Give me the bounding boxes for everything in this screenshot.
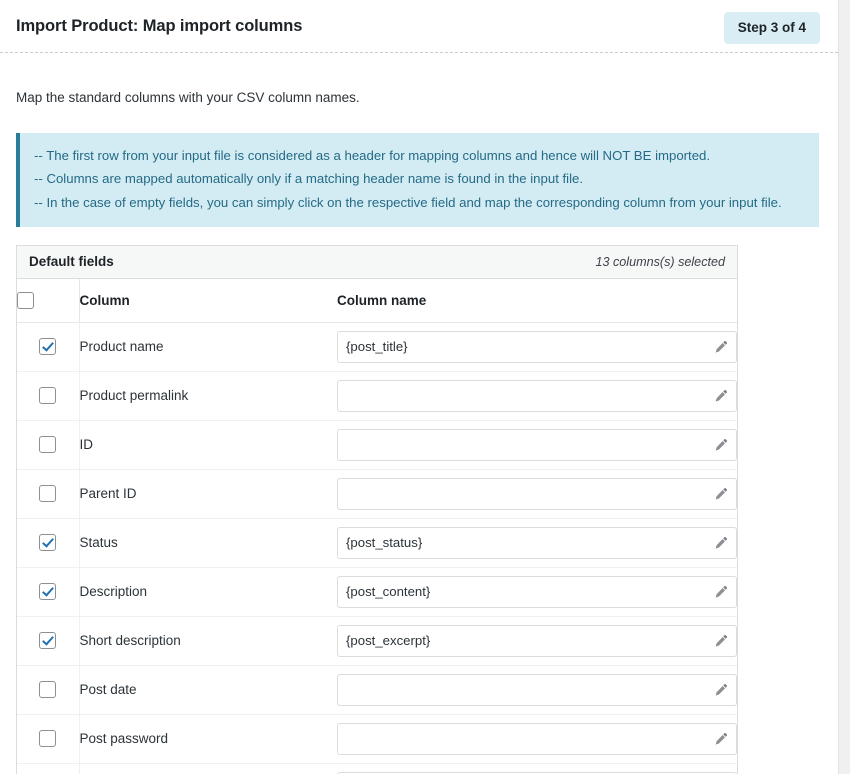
- table-body: Product name {post_title} Product permalin…: [17, 322, 737, 774]
- row-column-label: Post password: [79, 714, 337, 764]
- row-column-label: Parent ID: [79, 469, 337, 519]
- table-row: Parent ID: [17, 469, 737, 519]
- pencil-icon[interactable]: [713, 437, 728, 452]
- notice-line: -- The first row from your input file is…: [34, 147, 711, 163]
- row-column-name-cell: [337, 763, 737, 774]
- row-checkbox-cell: [17, 567, 80, 617]
- row-checkbox-cell: [17, 322, 80, 372]
- card-header: Default fields 13 columns(s) selected: [17, 245, 737, 279]
- row-checkbox[interactable]: [39, 338, 57, 356]
- pencil-icon[interactable]: [713, 486, 728, 501]
- info-notice: -- The first row from your input file is…: [16, 132, 819, 227]
- column-name-input[interactable]: {post_content}: [337, 575, 737, 608]
- column-name-value: {post_content}: [346, 584, 431, 600]
- table-row: Product permalink: [17, 371, 737, 421]
- column-mapping-table: Column Column name Product name {post_tit…: [17, 278, 737, 774]
- row-checkbox-cell: [17, 616, 80, 666]
- row-column-label: Description: [79, 567, 337, 617]
- row-column-name-cell: [337, 714, 737, 764]
- row-checkbox[interactable]: [39, 632, 57, 650]
- row-checkbox[interactable]: [39, 436, 57, 454]
- row-checkbox[interactable]: [39, 485, 57, 503]
- column-header: Column: [79, 278, 337, 323]
- pencil-icon[interactable]: [713, 731, 728, 746]
- table-row: Product name {post_title}: [17, 322, 737, 372]
- column-name-input[interactable]: {post_title}: [337, 330, 737, 363]
- step-badge: Step 3 of 4: [723, 12, 820, 44]
- row-column-name-cell: {post_excerpt}: [337, 616, 737, 666]
- row-checkbox[interactable]: [39, 730, 57, 748]
- default-fields-card: Default fields 13 columns(s) selected Co…: [16, 244, 738, 774]
- row-column-name-cell: [337, 420, 737, 470]
- table-row: Status {post_status}: [17, 518, 737, 568]
- column-name-value: {post_status}: [346, 535, 423, 551]
- row-column-name-cell: [337, 665, 737, 715]
- column-name-input[interactable]: [337, 428, 737, 461]
- row-checkbox-cell: [17, 518, 80, 568]
- row-column-name-cell: [337, 469, 737, 519]
- row-checkbox[interactable]: [39, 681, 57, 699]
- row-column-label: Post date: [79, 665, 337, 715]
- column-name-input[interactable]: {post_status}: [337, 526, 737, 559]
- row-checkbox-cell: [17, 420, 80, 470]
- row-checkbox-cell: [17, 665, 80, 715]
- card-title: Default fields: [29, 254, 114, 270]
- table-row: ID: [17, 420, 737, 470]
- select-all-checkbox[interactable]: [17, 291, 34, 309]
- column-name-value: {post_title}: [346, 339, 408, 355]
- row-column-label: Product author: [79, 763, 337, 774]
- column-name-input[interactable]: [337, 673, 737, 706]
- selected-columns-summary: 13 columns(s) selected: [595, 254, 726, 269]
- page-header: Import Product: Map import columns Step …: [0, 0, 838, 53]
- table-header-row: Column Column name: [17, 278, 737, 323]
- notice-line: -- In the case of empty fields, you can …: [34, 194, 782, 210]
- notice-line: -- Columns are mapped automatically only…: [34, 171, 584, 187]
- page-title: Import Product: Map import columns: [16, 16, 303, 35]
- column-name-value: {post_excerpt}: [346, 633, 431, 649]
- row-column-name-cell: {post_status}: [337, 518, 737, 568]
- row-column-label: ID: [79, 420, 337, 470]
- column-name-input[interactable]: [337, 477, 737, 510]
- table-row: Post password: [17, 714, 737, 764]
- pencil-icon[interactable]: [713, 584, 728, 599]
- row-checkbox-cell: [17, 763, 80, 774]
- row-column-label: Status: [79, 518, 337, 568]
- row-checkbox-cell: [17, 714, 80, 764]
- table-row: Post date: [17, 665, 737, 715]
- row-column-label: Product permalink: [79, 371, 337, 421]
- pencil-icon[interactable]: [713, 535, 728, 550]
- row-checkbox[interactable]: [39, 583, 57, 601]
- row-checkbox-cell: [17, 371, 80, 421]
- pencil-icon[interactable]: [713, 633, 728, 648]
- column-name-input[interactable]: [337, 379, 737, 412]
- table-row: Description {post_content}: [17, 567, 737, 617]
- column-name-input[interactable]: [337, 722, 737, 755]
- pencil-icon[interactable]: [713, 388, 728, 403]
- page-scrollbar-gutter[interactable]: [838, 0, 850, 774]
- select-all-header-cell: [17, 278, 80, 323]
- row-checkbox-cell: [17, 469, 80, 519]
- row-column-label: Short description: [79, 616, 337, 666]
- table-row: Product author: [17, 763, 737, 774]
- import-product-page: Import Product: Map import columns Step …: [0, 0, 838, 774]
- row-checkbox[interactable]: [39, 534, 57, 552]
- row-column-name-cell: {post_title}: [337, 322, 737, 372]
- row-column-name-cell: [337, 371, 737, 421]
- table-row: Short description {post_excerpt}: [17, 616, 737, 666]
- column-name-input[interactable]: {post_excerpt}: [337, 624, 737, 657]
- column-name-header: Column name: [337, 278, 737, 323]
- pencil-icon[interactable]: [713, 682, 728, 697]
- row-column-name-cell: {post_content}: [337, 567, 737, 617]
- intro-text: Map the standard columns with your CSV c…: [16, 90, 360, 105]
- row-column-label: Product name: [79, 322, 337, 372]
- row-checkbox[interactable]: [39, 387, 57, 405]
- pencil-icon[interactable]: [713, 339, 728, 354]
